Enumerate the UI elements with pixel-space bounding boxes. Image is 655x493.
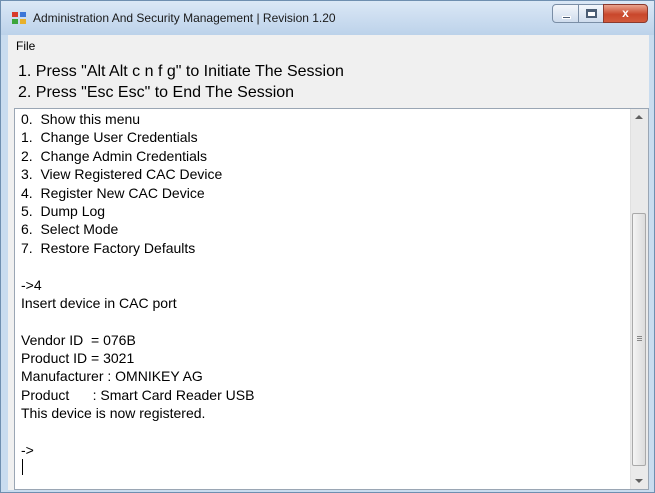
scroll-thumb[interactable] — [632, 213, 646, 466]
app-window: Administration And Security Management |… — [0, 0, 655, 493]
instruction-end: 2. Press "Esc Esc" to End The Session — [18, 84, 295, 101]
console-line: Product : Smart Card Reader USB — [21, 386, 255, 403]
close-button[interactable]: x — [603, 4, 648, 23]
console-line: 1. Change User Credentials — [21, 129, 198, 146]
console-line: 7. Restore Factory Defaults — [21, 239, 196, 256]
vertical-scrollbar[interactable] — [630, 109, 648, 489]
console-line: ->4 — [21, 276, 42, 293]
console-line: 0. Show this menu — [21, 111, 141, 127]
minimize-icon — [562, 16, 571, 19]
window-title: Administration And Security Management |… — [33, 11, 336, 25]
console-line: 3. View Registered CAC Device — [21, 166, 223, 183]
maximize-icon — [586, 9, 597, 18]
console-line: 5. Dump Log — [21, 202, 106, 219]
text-cursor — [22, 459, 23, 475]
console-line: 4. Register New CAC Device — [21, 184, 205, 201]
app-icon — [12, 12, 26, 24]
client-area: File 1. Press "Alt Alt c n f g" to Initi… — [8, 35, 649, 490]
menu-bar: File — [8, 35, 649, 57]
close-icon: x — [622, 6, 629, 20]
maximize-button[interactable] — [578, 4, 604, 23]
console-line: This device is now registered. — [21, 405, 206, 422]
console-line: 6. Select Mode — [21, 221, 119, 238]
console-line: Insert device in CAC port — [21, 294, 177, 311]
grip-icon — [637, 336, 642, 337]
console-lines: 0. Show this menu 1. Change User Credent… — [21, 110, 631, 459]
title-bar[interactable]: Administration And Security Management |… — [1, 1, 654, 35]
minimize-button[interactable] — [552, 4, 579, 23]
menu-file[interactable]: File — [16, 39, 35, 53]
console-line: 2. Change Admin Credentials — [21, 147, 207, 164]
console-output[interactable]: 0. Show this menu 1. Change User Credent… — [14, 108, 649, 490]
console-line: Manufacturer : OMNIKEY AG — [21, 368, 203, 385]
scroll-up-icon[interactable] — [635, 115, 643, 119]
console-line: Vendor ID = 076B — [21, 331, 136, 348]
instruction-initiate: 1. Press "Alt Alt c n f g" to Initiate T… — [18, 63, 344, 80]
scroll-down-icon[interactable] — [635, 479, 643, 483]
console-line: Product ID = 3021 — [21, 350, 135, 367]
console-line: -> — [21, 442, 34, 459]
